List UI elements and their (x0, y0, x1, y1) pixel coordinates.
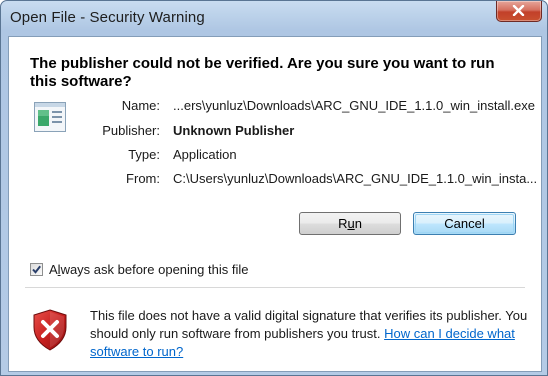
type-label: Type: (128, 147, 160, 162)
always-ask-label-suffix: ways ask before opening this file (60, 262, 249, 277)
security-warning-window: Open File - Security Warning The publish… (0, 0, 548, 376)
dialog-headline: The publisher could not be verified. Are… (30, 55, 495, 90)
warning-message: This file does not have a valid digital … (90, 307, 530, 361)
dialog-body: The publisher could not be verified. Are… (8, 36, 542, 372)
always-ask-label-prefix: A (49, 262, 58, 277)
always-ask-label: Always ask before opening this file (49, 262, 248, 277)
run-label-suffix: n (354, 216, 362, 231)
application-icon (34, 102, 66, 132)
always-ask-checkbox[interactable] (30, 263, 43, 276)
divider (25, 287, 525, 288)
title-bar[interactable]: Open File - Security Warning (1, 1, 547, 37)
name-value: ...ers\yunluz\Downloads\ARC_GNU_IDE_1.1.… (173, 98, 536, 113)
security-shield-icon (33, 309, 67, 351)
window-title: Open File - Security Warning (10, 9, 205, 26)
run-button[interactable]: Run (299, 212, 401, 235)
close-button[interactable] (496, 1, 542, 22)
name-label: Name: (121, 98, 160, 113)
from-value: C:\Users\yunluz\Downloads\ARC_GNU_IDE_1.… (173, 171, 538, 186)
cancel-label: Cancel (444, 216, 485, 231)
publisher-label: Publisher: (102, 123, 160, 138)
publisher-value: Unknown Publisher (173, 123, 295, 138)
type-value: Application (173, 147, 237, 162)
from-label: From: (126, 171, 160, 186)
close-icon (512, 5, 525, 16)
cancel-button[interactable]: Cancel (413, 212, 516, 235)
checkmark-icon (32, 265, 41, 274)
run-label-accesskey: u (347, 216, 355, 231)
